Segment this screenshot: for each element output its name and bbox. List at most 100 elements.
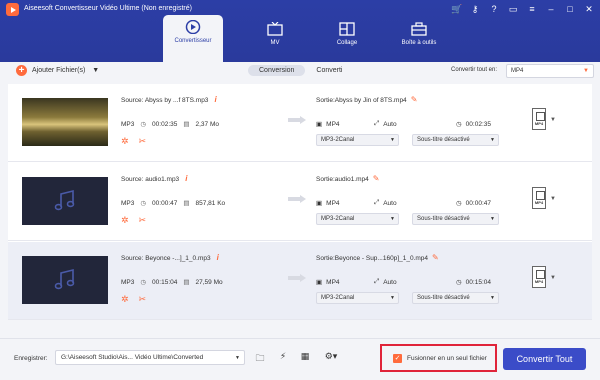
subtitle-select[interactable]: Sous-titre désactivé ▼ bbox=[412, 134, 499, 146]
cut-icon[interactable]: ✂ bbox=[139, 215, 147, 226]
audio-track-select[interactable]: MP3-2Canal ▼ bbox=[316, 213, 399, 225]
file-row: Source: Beyonce -...]_1_0.mp3 i MP3 ◷ 00:… bbox=[8, 242, 592, 320]
edit-tools: ✲ ✂ bbox=[121, 136, 146, 147]
toolbar: + Ajouter Fichier(s) ▼ Conversion Conver… bbox=[8, 64, 594, 80]
output-resolution: Auto bbox=[383, 120, 397, 128]
file-row: Source: Abyss by ...f 8TS.mp3 i MP3 ◷ 00:… bbox=[8, 84, 592, 162]
toolbox-icon bbox=[411, 22, 427, 36]
segment-converti[interactable]: Converti bbox=[305, 65, 353, 76]
convert-all-format-select[interactable]: MP4 ▼ bbox=[506, 64, 594, 78]
merge-checkbox[interactable]: ✓ bbox=[393, 353, 402, 363]
chevron-down-icon: ▼ bbox=[583, 68, 589, 74]
chevron-down-icon: ▼ bbox=[390, 216, 395, 222]
rename-pen-icon[interactable]: ✎ bbox=[373, 174, 380, 183]
arrow-right-icon bbox=[288, 195, 306, 203]
open-folder-icon[interactable]: 🗀 bbox=[252, 351, 268, 365]
output-format-badge[interactable]: MP4 bbox=[532, 108, 546, 130]
tab-label: Convertisseur bbox=[174, 38, 212, 44]
convert-icon bbox=[185, 20, 201, 34]
tab-label: MV bbox=[270, 40, 280, 46]
output-filename: Sortie:Beyonce - Sup...160p]_1_0.mp4 ✎ bbox=[316, 253, 439, 262]
cart-icon[interactable]: 🛒 bbox=[451, 3, 462, 15]
audio-thumbnail[interactable] bbox=[22, 256, 108, 304]
clock-icon: ◷ bbox=[456, 200, 462, 207]
output-filename: Sortie:Abyss by Jin of 8TS.mp4 ✎ bbox=[316, 95, 418, 104]
minimize-icon[interactable]: – bbox=[546, 3, 556, 15]
output-path-select[interactable]: G:\Aiseesoft Studio\Ais... Vidéo Ultime\… bbox=[55, 350, 245, 365]
format-select-value: MP4 bbox=[511, 68, 524, 74]
chevron-down-icon[interactable]: ▼ bbox=[550, 275, 556, 281]
edit-effects-icon[interactable]: ✲ bbox=[121, 136, 129, 147]
file-row: Source: audio1.mp3 i MP3 ◷ 00:00:47 ▤ 857… bbox=[8, 163, 592, 241]
arrow-right-icon bbox=[288, 274, 306, 282]
subtitle-select[interactable]: Sous-titre désactivé ▼ bbox=[412, 292, 499, 304]
output-format-badge[interactable]: MP4 bbox=[532, 266, 546, 288]
edit-effects-icon[interactable]: ✲ bbox=[121, 294, 129, 305]
source-format: MP3 bbox=[121, 278, 135, 286]
tab-boite-a-outils[interactable]: Boîte à outils bbox=[389, 15, 449, 62]
main-tabs: Convertisseur MV Collage Boîte à outils bbox=[163, 15, 449, 62]
gpu-accel-icon[interactable]: ▦ bbox=[297, 351, 313, 365]
file-list: Source: Abyss by ...f 8TS.mp3 i MP3 ◷ 00:… bbox=[8, 84, 592, 320]
clock-icon: ◷ bbox=[140, 200, 147, 207]
edit-effects-icon[interactable]: ✲ bbox=[121, 215, 129, 226]
chat-icon[interactable]: ▭ bbox=[508, 3, 518, 15]
tab-mv[interactable]: MV bbox=[245, 15, 305, 62]
output-resolution: Auto bbox=[383, 278, 397, 286]
source-format: MP3 bbox=[121, 120, 135, 128]
chevron-down-icon[interactable]: ▼ bbox=[550, 196, 556, 202]
help-icon[interactable]: ? bbox=[489, 3, 499, 15]
chevron-down-icon: ▼ bbox=[390, 295, 395, 301]
cut-icon[interactable]: ✂ bbox=[139, 136, 147, 147]
info-icon[interactable]: i bbox=[217, 253, 219, 262]
source-meta: MP3 ◷ 00:00:47 ▤ 857,81 Ko bbox=[121, 199, 225, 208]
info-icon[interactable]: i bbox=[214, 95, 216, 104]
audio-thumbnail[interactable] bbox=[22, 177, 108, 225]
maximize-icon[interactable]: □ bbox=[565, 3, 575, 15]
output-props: ▣ MP4 ⤢ Auto ◷ 00:02:35 bbox=[316, 120, 491, 128]
music-note-icon bbox=[54, 268, 75, 290]
rename-pen-icon[interactable]: ✎ bbox=[432, 253, 439, 262]
chevron-down-icon: ▼ bbox=[490, 295, 495, 301]
chevron-down-icon[interactable]: ▼ bbox=[92, 67, 99, 74]
output-format-badge[interactable]: MP4 bbox=[532, 187, 546, 209]
source-filename: Source: Beyonce -...]_1_0.mp3 i bbox=[121, 253, 219, 262]
tab-convertisseur[interactable]: Convertisseur bbox=[163, 15, 223, 62]
chevron-down-icon: ▼ bbox=[235, 355, 240, 361]
convert-all-button[interactable]: Convertir Tout bbox=[503, 348, 586, 370]
merge-label[interactable]: Fusionner en un seul fichier bbox=[407, 355, 487, 362]
output-format: MP4 bbox=[326, 199, 340, 207]
save-to-label: Enregistrer: bbox=[14, 355, 48, 362]
clock-icon: ◷ bbox=[456, 121, 462, 128]
chevron-down-icon: ▼ bbox=[490, 216, 495, 222]
video-thumbnail[interactable] bbox=[22, 98, 108, 146]
segment-conversion[interactable]: Conversion bbox=[248, 65, 306, 76]
audio-track-select[interactable]: MP3-2Canal ▼ bbox=[316, 134, 399, 146]
output-duration: 00:15:04 bbox=[465, 278, 491, 286]
subtitle-select[interactable]: Sous-titre désactivé ▼ bbox=[412, 213, 499, 225]
source-meta: MP3 ◷ 00:15:04 ▤ 27,59 Mo bbox=[121, 278, 223, 287]
menu-icon[interactable]: ≡ bbox=[527, 3, 537, 15]
source-duration: 00:00:47 bbox=[152, 199, 178, 207]
tab-collage[interactable]: Collage bbox=[317, 15, 377, 62]
cut-icon[interactable]: ✂ bbox=[139, 294, 147, 305]
bottom-bar: Enregistrer: G:\Aiseesoft Studio\Ais... … bbox=[0, 338, 600, 380]
source-duration: 00:02:35 bbox=[152, 120, 178, 128]
source-size: 27,59 Mo bbox=[195, 278, 223, 286]
film-icon: ▣ bbox=[316, 200, 323, 207]
audio-track-select[interactable]: MP3-2Canal ▼ bbox=[316, 292, 399, 304]
settings-gear-icon[interactable]: ⚙▾ bbox=[318, 351, 344, 365]
source-duration: 00:15:04 bbox=[152, 278, 178, 286]
hardware-accel-off-icon[interactable]: ⚡ bbox=[275, 351, 291, 365]
app-header: Aiseesoft Convertisseur Vidéo Ultime (No… bbox=[0, 0, 600, 62]
info-icon[interactable]: i bbox=[185, 174, 187, 183]
chevron-down-icon[interactable]: ▼ bbox=[550, 117, 556, 123]
tab-label: Collage bbox=[336, 40, 358, 46]
app-logo-icon bbox=[6, 3, 19, 16]
key-icon[interactable]: ⚷ bbox=[470, 3, 480, 15]
close-icon[interactable]: ✕ bbox=[584, 3, 594, 15]
music-note-icon bbox=[54, 189, 75, 211]
rename-pen-icon[interactable]: ✎ bbox=[411, 95, 418, 104]
clock-icon: ◷ bbox=[140, 279, 147, 286]
add-files-button[interactable]: + Ajouter Fichier(s) ▼ bbox=[16, 65, 99, 76]
